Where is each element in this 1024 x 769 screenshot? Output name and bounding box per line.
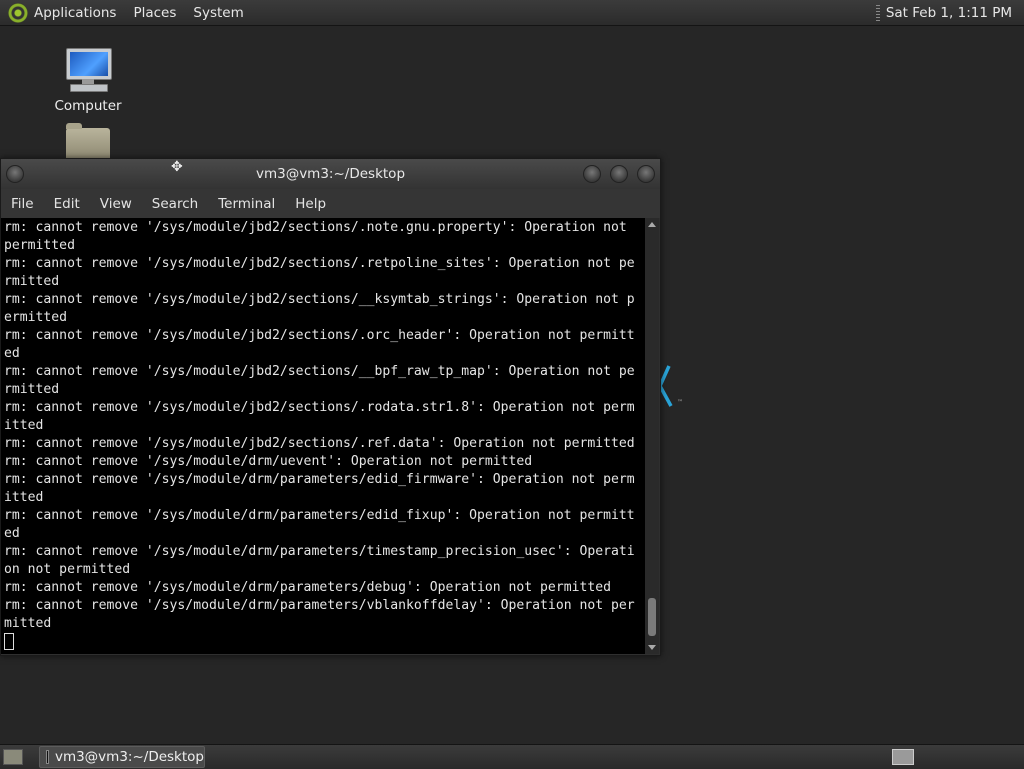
terminal-line: rm: cannot remove '/sys/module/drm/param… <box>4 580 611 595</box>
terminal-line: rm: cannot remove '/sys/module/jbd2/sect… <box>4 436 635 451</box>
window-title: vm3@vm3:~/Desktop <box>255 166 406 182</box>
scroll-thumb[interactable] <box>648 598 656 636</box>
terminal-line: rm: cannot remove '/sys/module/jbd2/sect… <box>4 292 635 307</box>
minimize-button[interactable] <box>583 165 601 183</box>
svg-text:™: ™ <box>677 399 683 406</box>
desktop-icon-computer[interactable]: Computer <box>38 46 138 114</box>
system-menu[interactable]: System <box>193 5 243 21</box>
terminal-line: ed <box>4 346 20 361</box>
top-panel: Applications Places System Sat Feb 1, 1:… <box>0 0 1024 26</box>
terminal-line: rm: cannot remove '/sys/module/jbd2/sect… <box>4 328 635 343</box>
text-cursor <box>4 633 14 650</box>
terminal-line: rm: cannot remove '/sys/module/jbd2/sect… <box>4 220 627 235</box>
terminal-line: ermitted <box>4 310 68 325</box>
scroll-up-icon[interactable] <box>648 222 656 227</box>
menu-file[interactable]: File <box>1 196 44 212</box>
taskbar-item-terminal[interactable]: vm3@vm3:~/Desktop <box>39 746 205 768</box>
workspace-switcher[interactable] <box>892 749 914 765</box>
panel-grip-icon <box>875 4 880 21</box>
terminal-line: rm: cannot remove '/sys/module/drm/param… <box>4 544 635 559</box>
terminal-line: rmitted <box>4 382 60 397</box>
move-cursor-icon: ✥ <box>171 159 183 175</box>
terminal-prompt-line <box>4 633 645 653</box>
distro-logo-icon[interactable] <box>8 2 28 23</box>
menu-help[interactable]: Help <box>285 196 336 212</box>
menu-search[interactable]: Search <box>142 196 208 212</box>
terminal-line: rm: cannot remove '/sys/module/drm/param… <box>4 472 635 487</box>
terminal-line: permitted <box>4 238 75 253</box>
computer-icon <box>64 46 112 94</box>
folder-icon[interactable] <box>66 123 110 158</box>
terminal-lines: rm: cannot remove '/sys/module/jbd2/sect… <box>1 218 645 653</box>
window-titlebar[interactable]: ✥ vm3@vm3:~/Desktop <box>1 159 660 189</box>
menu-edit[interactable]: Edit <box>44 196 90 212</box>
terminal-line: rm: cannot remove '/sys/module/drm/param… <box>4 508 635 523</box>
terminal-output[interactable]: rm: cannot remove '/sys/module/jbd2/sect… <box>1 218 645 654</box>
maximize-button[interactable] <box>610 165 628 183</box>
window-menubar: File Edit View Search Terminal Help <box>1 189 660 218</box>
terminal-line: ed <box>4 526 20 541</box>
terminal-line: rm: cannot remove '/sys/module/drm/param… <box>4 598 635 613</box>
terminal-window[interactable]: ✥ vm3@vm3:~/Desktop File Edit View Searc… <box>0 158 661 656</box>
terminal-scrollbar[interactable] <box>645 218 659 654</box>
terminal-line: rmitted <box>4 274 60 289</box>
terminal-line: rm: cannot remove '/sys/module/drm/ueven… <box>4 454 533 469</box>
terminal-line: rm: cannot remove '/sys/module/jbd2/sect… <box>4 400 635 415</box>
taskbar-item-label: vm3@vm3:~/Desktop <box>54 749 204 765</box>
show-desktop-icon[interactable] <box>3 749 23 765</box>
close-button[interactable] <box>637 165 655 183</box>
bottom-panel: vm3@vm3:~/Desktop <box>0 744 1024 769</box>
desktop-icon-label: Computer <box>54 98 122 114</box>
applications-menu[interactable]: Applications <box>34 5 116 21</box>
terminal-line: itted <box>4 418 44 433</box>
scroll-down-icon[interactable] <box>648 645 656 650</box>
menu-view[interactable]: View <box>90 196 142 212</box>
places-menu[interactable]: Places <box>133 5 176 21</box>
window-menu-button[interactable] <box>6 165 24 183</box>
menu-terminal[interactable]: Terminal <box>208 196 285 212</box>
terminal-line: on not permitted <box>4 562 131 577</box>
terminal-icon <box>46 750 49 764</box>
terminal-line: mitted <box>4 616 52 631</box>
terminal-line: rm: cannot remove '/sys/module/jbd2/sect… <box>4 256 635 271</box>
terminal-line: rm: cannot remove '/sys/module/jbd2/sect… <box>4 364 635 379</box>
clock[interactable]: Sat Feb 1, 1:11 PM <box>886 5 1012 21</box>
terminal-line: itted <box>4 490 44 505</box>
